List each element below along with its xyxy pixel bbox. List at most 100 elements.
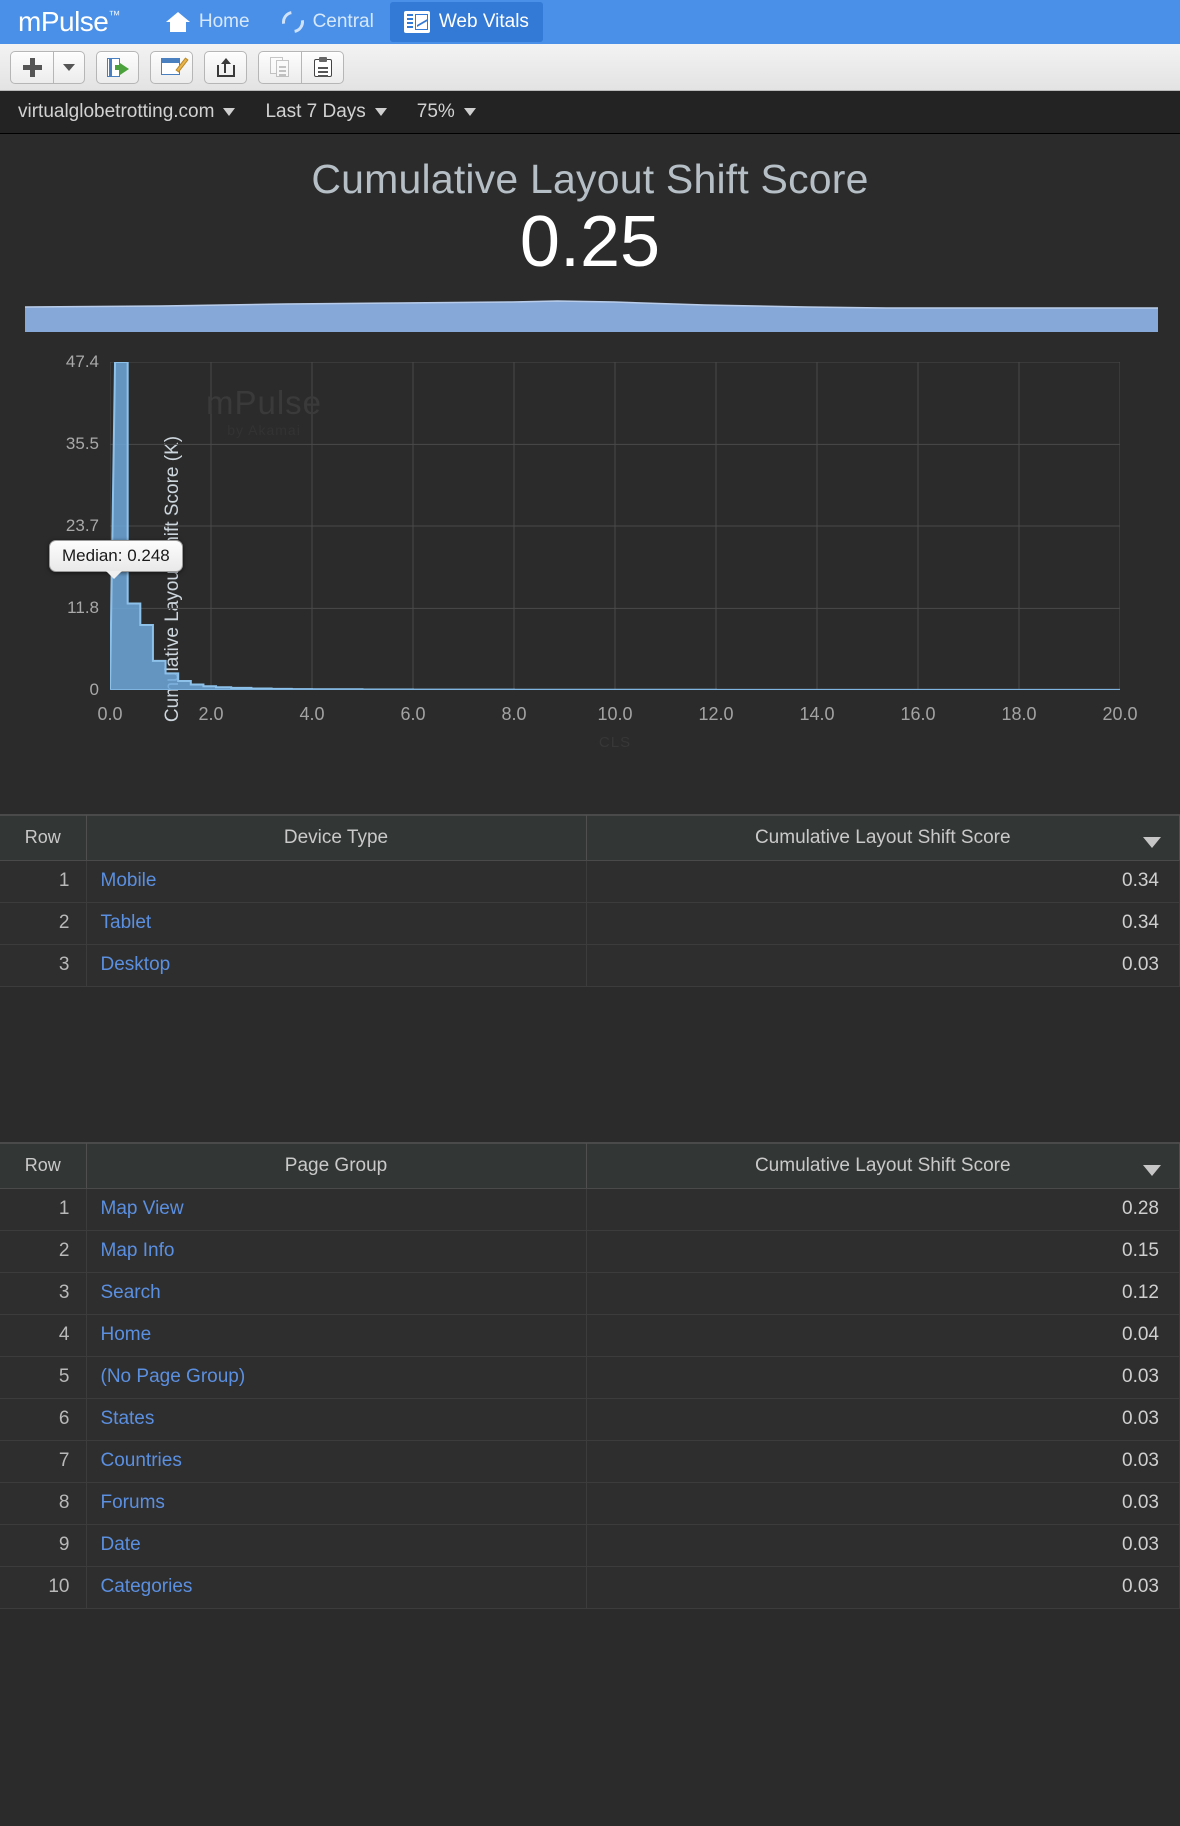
app-logo: mPulse ™ <box>18 6 120 38</box>
row-label[interactable]: Categories <box>86 1566 587 1609</box>
row-label[interactable]: Map View <box>86 1188 587 1231</box>
row-label[interactable]: Forums <box>86 1482 587 1525</box>
x-axis-tick: 6.0 <box>400 703 426 724</box>
toolbar <box>0 44 1180 91</box>
x-axis-label: CLS <box>598 733 632 751</box>
column-header-row[interactable]: Row <box>0 1142 87 1189</box>
nav-item-central[interactable]: Central <box>266 0 390 44</box>
table-row[interactable]: 2 Tablet 0.34 <box>0 902 1180 945</box>
x-axis-tick: 16.0 <box>900 703 936 724</box>
add-button[interactable] <box>10 50 53 84</box>
x-axis-tick: 4.0 <box>299 703 325 724</box>
domain-selector[interactable]: virtualglobetrotting.com <box>18 101 236 123</box>
row-score: 0.34 <box>586 860 1180 903</box>
table-row[interactable]: 1 Mobile 0.34 <box>0 860 1180 903</box>
row-label[interactable]: Tablet <box>86 902 587 945</box>
sparkline-band <box>24 298 1158 332</box>
trademark-symbol: ™ <box>108 8 120 22</box>
sort-descending-icon[interactable] <box>1143 836 1161 848</box>
row-index: 3 <box>0 944 87 987</box>
row-score: 0.03 <box>586 1398 1180 1441</box>
nav-item-home[interactable]: Home <box>150 0 266 44</box>
row-index: 1 <box>0 860 87 903</box>
histogram-chart: Cumulative Layout Shift Score (K) mPulse… <box>0 344 1180 814</box>
row-label[interactable]: States <box>86 1398 587 1441</box>
x-axis-tick: 12.0 <box>698 703 734 724</box>
percentile-selector[interactable]: 75% <box>417 101 476 123</box>
x-axis-tick: 2.0 <box>198 703 224 724</box>
nav-item-central-label: Central <box>312 11 374 32</box>
row-index: 2 <box>0 1230 87 1273</box>
column-header-score[interactable]: Cumulative Layout Shift Score <box>586 1142 1180 1189</box>
row-label[interactable]: Mobile <box>86 860 587 903</box>
open-button[interactable] <box>96 50 139 84</box>
page-group-table: Row Page Group Cumulative Layout Shift S… <box>0 1141 1180 1609</box>
share-export-icon <box>216 57 235 77</box>
column-header-score[interactable]: Cumulative Layout Shift Score <box>586 814 1180 861</box>
sparkline-svg <box>24 299 1158 332</box>
chart-icon <box>403 11 430 33</box>
x-axis-tick: 0.0 <box>97 703 123 724</box>
edit-pencil-icon <box>160 56 189 77</box>
row-index: 9 <box>0 1524 87 1567</box>
row-label[interactable]: Home <box>86 1314 587 1357</box>
nav-item-web-vitals[interactable]: Web Vitals <box>389 2 543 42</box>
table-row[interactable]: 6 States 0.03 <box>0 1398 1180 1441</box>
y-axis-tick: 35.5 <box>65 433 99 453</box>
row-index: 6 <box>0 1398 87 1441</box>
column-header-score-label: Cumulative Layout Shift Score <box>754 1154 1011 1176</box>
x-axis-tick: 18.0 <box>1001 703 1037 724</box>
row-label[interactable]: Map Info <box>86 1230 587 1273</box>
filter-bar: virtualglobetrotting.com Last 7 Days 75% <box>0 91 1180 134</box>
row-index: 3 <box>0 1272 87 1315</box>
median-tooltip: Median: 0.248 <box>49 539 183 579</box>
table-row[interactable]: 3 Search 0.12 <box>0 1272 1180 1315</box>
x-axis-tick: 14.0 <box>799 703 835 724</box>
row-score: 0.03 <box>586 1356 1180 1399</box>
row-label[interactable]: Desktop <box>86 944 587 987</box>
device-type-table: Row Device Type Cumulative Layout Shift … <box>0 813 1180 987</box>
x-axis-tick: 20.0 <box>1102 703 1138 724</box>
app-logo-text: mPulse <box>18 6 109 37</box>
row-index: 5 <box>0 1356 87 1399</box>
table-row[interactable]: 9 Date 0.03 <box>0 1524 1180 1567</box>
add-dropdown-button[interactable] <box>53 50 85 84</box>
table-row[interactable]: 2 Map Info 0.15 <box>0 1230 1180 1273</box>
x-axis-tick: 8.0 <box>501 703 527 724</box>
row-label[interactable]: Countries <box>86 1440 587 1483</box>
table-row[interactable]: 4 Home 0.04 <box>0 1314 1180 1357</box>
row-label[interactable]: (No Page Group) <box>86 1356 587 1399</box>
row-index: 7 <box>0 1440 87 1483</box>
row-index: 4 <box>0 1314 87 1357</box>
table-row[interactable]: 10 Categories 0.03 <box>0 1566 1180 1609</box>
y-axis-tick: 11.8 <box>67 597 99 617</box>
table-row[interactable]: 1 Map View 0.28 <box>0 1188 1180 1231</box>
paste-button[interactable] <box>301 50 344 84</box>
chevron-down-icon <box>223 108 236 116</box>
column-header-page-group[interactable]: Page Group <box>86 1142 587 1189</box>
date-range-selector[interactable]: Last 7 Days <box>265 101 387 123</box>
sort-descending-icon[interactable] <box>1143 1164 1161 1176</box>
row-score: 0.03 <box>586 1482 1180 1525</box>
paste-clipboard-icon <box>313 57 333 77</box>
headline-value: 0.25 <box>519 202 661 282</box>
row-score: 0.12 <box>586 1272 1180 1315</box>
row-score: 0.04 <box>586 1314 1180 1357</box>
table-row[interactable]: 5 (No Page Group) 0.03 <box>0 1356 1180 1399</box>
row-score: 0.03 <box>586 1566 1180 1609</box>
column-header-device-type[interactable]: Device Type <box>86 814 587 861</box>
row-label[interactable]: Date <box>86 1524 587 1567</box>
table-spacer <box>0 986 1180 1142</box>
copy-button[interactable] <box>258 50 301 84</box>
edit-button[interactable] <box>150 50 193 84</box>
chevron-down-icon <box>463 108 476 116</box>
row-index: 2 <box>0 902 87 945</box>
table-row[interactable]: 3 Desktop 0.03 <box>0 944 1180 987</box>
share-button[interactable] <box>204 50 247 84</box>
nav-item-web-vitals-label: Web Vitals <box>438 11 529 32</box>
row-label[interactable]: Search <box>86 1272 587 1315</box>
table-row[interactable]: 7 Countries 0.03 <box>0 1440 1180 1483</box>
column-header-row[interactable]: Row <box>0 814 87 861</box>
table-row[interactable]: 8 Forums 0.03 <box>0 1482 1180 1525</box>
row-score: 0.15 <box>586 1230 1180 1273</box>
